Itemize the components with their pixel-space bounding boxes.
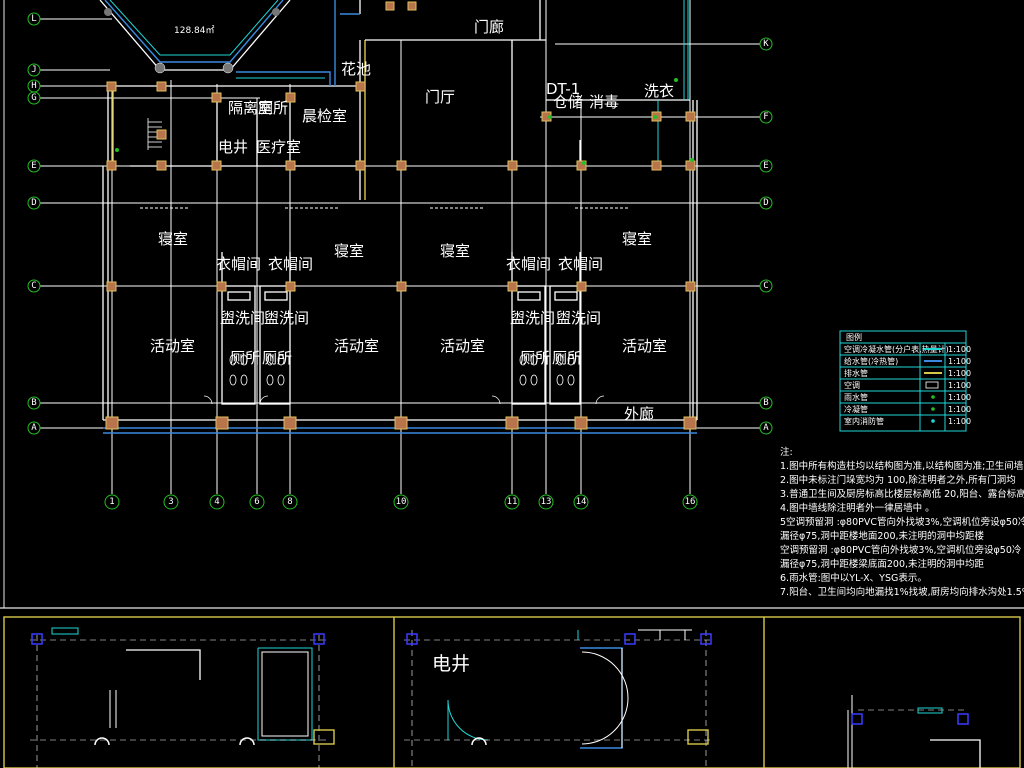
room-bedroom-1: 寝室 — [158, 230, 188, 248]
note-line-5: 5空调预留洞 :φ80PVC管向外找坡3%,空调机位旁设φ50冷 — [780, 516, 1024, 528]
room-toilet-1: 厕所 — [230, 349, 260, 367]
axis-6: 6 — [254, 497, 259, 507]
legend-val-6: 1:100 — [948, 405, 971, 414]
axis-14: 14 — [576, 497, 587, 507]
note-line-1: 1.图中所有构造柱均以结构图为准,以结构图为准;卫生间墙 — [780, 460, 1024, 472]
axis-D-left: D — [31, 198, 36, 208]
axis-H: H — [31, 81, 36, 91]
room-morning-check: 晨检室 — [302, 107, 347, 125]
room-clinic: 医疗室 — [256, 138, 301, 156]
detail-panel-2: 电井 — [404, 629, 712, 768]
room-bedroom-4: 寝室 — [622, 230, 652, 248]
legend-row-6: 冷凝管 — [844, 404, 868, 414]
axis-G: G — [31, 93, 36, 103]
room-laundry: 洗衣 — [644, 82, 674, 100]
note-line-10: 7.阳台、卫生间均向地漏找1%找坡,厨房均向排水沟处1.5%找 — [780, 586, 1024, 598]
detail-panel-3 — [847, 695, 981, 768]
axis-13: 13 — [541, 497, 552, 507]
legend-val-3: 1:100 — [948, 369, 971, 378]
legend-val-5: 1:100 — [948, 393, 971, 402]
axis-A-left: A — [31, 423, 37, 433]
room-toilet-2: 厕所 — [262, 349, 292, 367]
room-toilet-top: 厕所 — [258, 99, 288, 117]
legend-val-1: 1:100 — [948, 345, 971, 354]
room-wardrobe-1: 衣帽间 — [216, 255, 261, 273]
axis-E-right: E — [763, 161, 768, 171]
room-labels: 128.84㎡ 门廊 花池 门厅 DT-1 洗衣 仓储 消毒 隔离室 厕所 晨检… — [150, 18, 674, 423]
legend-row-3: 排水管 — [844, 368, 868, 378]
axis-C-left: C — [31, 281, 36, 291]
legend-row-2: 给水管(冷热管) — [844, 356, 898, 366]
room-corridor-top: 门廊 — [474, 18, 504, 36]
axis-4: 4 — [214, 497, 219, 507]
column-axis-labels: 1 3 4 6 8 10 11 13 14 16 — [109, 497, 695, 507]
detail-elec-shaft: 电井 — [432, 653, 470, 675]
room-wardrobe-2: 衣帽间 — [268, 255, 313, 273]
room-elec-shaft: 电井 — [218, 138, 248, 156]
building-walls — [99, 0, 698, 434]
room-wash-2: 盥洗间 — [264, 309, 309, 327]
axis-C-right: C — [763, 281, 768, 291]
axis-B-right: B — [763, 398, 768, 408]
legend-val-4: 1:100 — [948, 381, 971, 390]
room-activity-4: 活动室 — [622, 337, 667, 355]
legend-row-7: 室内消防管 — [844, 416, 884, 426]
axis-3: 3 — [168, 497, 173, 507]
wet-core-left — [221, 252, 291, 405]
room-wardrobe-4: 衣帽间 — [558, 255, 603, 273]
room-wardrobe-3: 衣帽间 — [506, 255, 551, 273]
note-line-2: 2.图中未标注门垛宽均为 100,除注明者之外,所有门洞均 — [780, 474, 1016, 486]
axis-A-right: A — [763, 423, 769, 433]
room-storage: 仓储 — [553, 93, 583, 111]
row-axis-bubbles — [27, 12, 773, 435]
legend-table: 图例 空调冷凝水管(分户表,热量计) 给水管(冷热管) 排水管 空调 雨水管 冷… — [839, 330, 971, 432]
legend-val-2: 1:100 — [948, 357, 971, 366]
axis-1: 1 — [109, 497, 114, 507]
legend-val-7: 1:100 — [948, 417, 971, 426]
room-activity-1: 活动室 — [150, 337, 195, 355]
room-wash-4: 盥洗间 — [556, 309, 601, 327]
note-line-9: 6.雨水管:图中以YL-X、YSG表示。 — [780, 572, 927, 584]
axis-D-right: D — [763, 198, 768, 208]
room-hall: 门厅 — [425, 88, 455, 106]
room-activity-2: 活动室 — [334, 337, 379, 355]
room-toilet-3: 厕所 — [520, 349, 550, 367]
legend-title: 图例 — [846, 332, 862, 342]
note-line-3: 3.普通卫生间及厨房标高比楼层标高低 20,阳台、露台标高 — [780, 488, 1024, 500]
note-line-4: 4.图中墙线除注明者外一律居墙中 。 — [780, 502, 935, 514]
room-disinfection: 消毒 — [589, 93, 619, 111]
misc-markers — [115, 78, 694, 165]
notes-block: 注: 1.图中所有构造柱均以结构图为准,以结构图为准;卫生间墙 2.图中未标注门… — [780, 446, 1024, 598]
room-wash-3: 盥洗间 — [510, 309, 555, 327]
curved-wing — [99, 0, 331, 86]
cad-floor-plan: L K J H G F E E D D C C B B A A 1 3 4 6 … — [0, 0, 1024, 768]
note-line-8: 漏径φ75,洞中距楼梁底面200,未注明的洞中均距 — [780, 558, 985, 570]
room-bedroom-2: 寝室 — [334, 242, 364, 260]
notes-head: 注: — [780, 446, 793, 458]
axis-L: L — [31, 14, 36, 24]
axis-11: 11 — [507, 497, 518, 507]
axis-J: J — [31, 65, 36, 75]
row-axis-labels: L K J H G F E E D D C C B B A A — [31, 14, 769, 433]
note-line-6: 漏径φ75,洞中距楼地面200,未注明的洞中均距楼 — [780, 530, 985, 542]
axis-10: 10 — [396, 497, 407, 507]
axis-16: 16 — [685, 497, 696, 507]
detail-panel-1 — [30, 627, 335, 768]
note-line-7: 空调预留洞 :φ80PVC管向外找坡3%,空调机位旁设φ50冷 — [780, 544, 1022, 556]
area-label: 128.84㎡ — [174, 25, 215, 36]
axis-K: K — [763, 39, 769, 49]
axis-B-left: B — [31, 398, 36, 408]
axis-E-left: E — [31, 161, 36, 171]
row-axis-lines — [38, 18, 760, 429]
legend-row-5: 雨水管 — [844, 392, 868, 402]
room-outer-corridor: 外廊 — [624, 405, 654, 423]
room-flower-bed: 花池 — [341, 60, 371, 78]
room-toilet-4: 厕所 — [552, 349, 582, 367]
room-activity-3: 活动室 — [440, 337, 485, 355]
room-bedroom-3: 寝室 — [440, 242, 470, 260]
axis-8: 8 — [287, 497, 292, 507]
legend-row-4: 空调 — [844, 380, 860, 390]
room-wash-1: 盥洗间 — [220, 309, 265, 327]
axis-F: F — [763, 112, 768, 122]
